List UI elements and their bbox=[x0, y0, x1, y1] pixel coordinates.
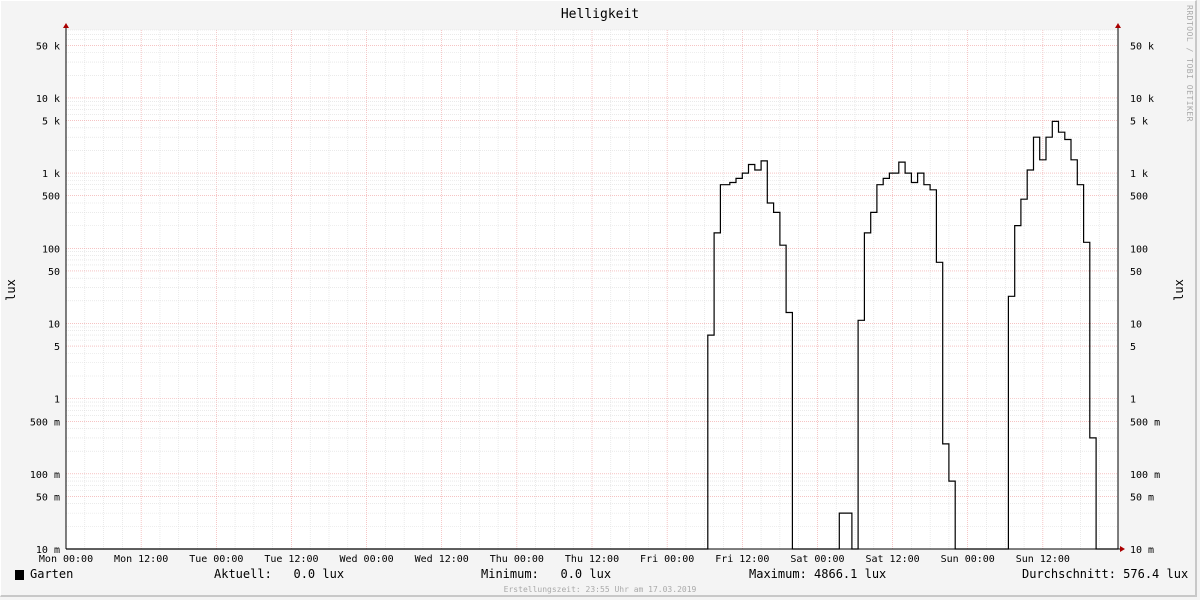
legend-maximum: Maximum: 4866.1 lux bbox=[749, 567, 887, 581]
legend-average: Durchschnitt: 576.4 lux bbox=[1022, 567, 1189, 581]
legend-minimum: Minimum: 0.0 lux bbox=[481, 567, 612, 581]
x-tick-label: Wed 00:00 bbox=[339, 554, 393, 565]
y-axis-arrow-right bbox=[1115, 23, 1121, 28]
creation-time: Erstellungszeit: 23:55 Uhr am 17.03.2019 bbox=[503, 585, 697, 594]
x-tick-label: Sun 00:00 bbox=[941, 554, 995, 565]
y-tick-label-right: 10 k bbox=[1130, 94, 1154, 105]
y-tick-label-right: 5 k bbox=[1130, 117, 1148, 128]
y-tick-label-left: 10 k bbox=[36, 94, 60, 105]
y-tick-label-right: 10 m bbox=[1130, 545, 1154, 556]
graph-window: 50 k 50 k 10 k 10 k 5 k 5 k 1 k 1 k 500 500 100 100… bbox=[0, 0, 1200, 600]
x-tick-label: Fri 12:00 bbox=[715, 554, 769, 565]
y-axis-arrow-left bbox=[63, 23, 69, 28]
y-tick-label-right: 1 bbox=[1130, 395, 1136, 406]
x-tick-label: Sat 12:00 bbox=[865, 554, 919, 565]
plot-area bbox=[66, 30, 1118, 549]
y-tick-label-left: 10 bbox=[48, 319, 60, 330]
chart-title: Helligkeit bbox=[561, 7, 639, 22]
x-tick-label: Fri 00:00 bbox=[640, 554, 694, 565]
y-tick-label-left: 100 bbox=[42, 244, 60, 255]
y-tick-label-right: 500 m bbox=[1130, 417, 1160, 428]
legend-series-label: Garten bbox=[30, 567, 74, 581]
rrdtool-watermark: RRDTOOL / TOBI OETIKER bbox=[1185, 5, 1194, 122]
x-tick-label: Mon 00:00 bbox=[39, 554, 93, 565]
y-tick-label-right: 10 bbox=[1130, 319, 1142, 330]
y-tick-label-right: 50 bbox=[1130, 267, 1142, 278]
y-tick-label-left: 1 bbox=[54, 395, 60, 406]
y-tick-label-left: 1 k bbox=[42, 169, 60, 180]
x-tick-label: Tue 00:00 bbox=[189, 554, 243, 565]
y-tick-label-left: 50 k bbox=[36, 41, 60, 52]
x-tick-label: Tue 12:00 bbox=[264, 554, 318, 565]
y-tick-label-right: 50 m bbox=[1130, 492, 1154, 503]
y-tick-label-left: 100 m bbox=[30, 470, 60, 481]
x-axis-arrow bbox=[1120, 546, 1125, 552]
x-tick-label: Sun 12:00 bbox=[1016, 554, 1070, 565]
y-axis-label-right: lux bbox=[1172, 279, 1186, 301]
y-tick-label-right: 50 k bbox=[1130, 41, 1154, 52]
y-axis-label-left: lux bbox=[4, 279, 18, 301]
y-tick-label-right: 1 k bbox=[1130, 169, 1148, 180]
x-tick-label: Thu 12:00 bbox=[565, 554, 619, 565]
x-tick-label: Thu 00:00 bbox=[490, 554, 544, 565]
y-tick-label-left: 50 bbox=[48, 267, 60, 278]
x-tick-label: Wed 12:00 bbox=[415, 554, 469, 565]
y-tick-label-left: 5 bbox=[54, 342, 60, 353]
legend-current: Aktuell: 0.0 lux bbox=[214, 567, 345, 581]
y-tick-label-right: 500 bbox=[1130, 192, 1148, 203]
y-tick-label-left: 500 bbox=[42, 192, 60, 203]
y-tick-label-left: 50 m bbox=[36, 492, 60, 503]
legend-swatch bbox=[15, 570, 24, 580]
y-tick-label-right: 100 m bbox=[1130, 470, 1160, 481]
x-tick-label: Sat 00:00 bbox=[790, 554, 844, 565]
grid bbox=[65, 29, 1119, 550]
x-tick-label: Mon 12:00 bbox=[114, 554, 168, 565]
y-tick-label-right: 100 bbox=[1130, 244, 1148, 255]
brightness-chart: 50 k 50 k 10 k 10 k 5 k 5 k 1 k 1 k 500 500 100 100… bbox=[4, 7, 1186, 565]
y-tick-label-left: 5 k bbox=[42, 117, 60, 128]
y-tick-label-right: 5 bbox=[1130, 342, 1136, 353]
y-tick-label-left: 500 m bbox=[30, 417, 60, 428]
